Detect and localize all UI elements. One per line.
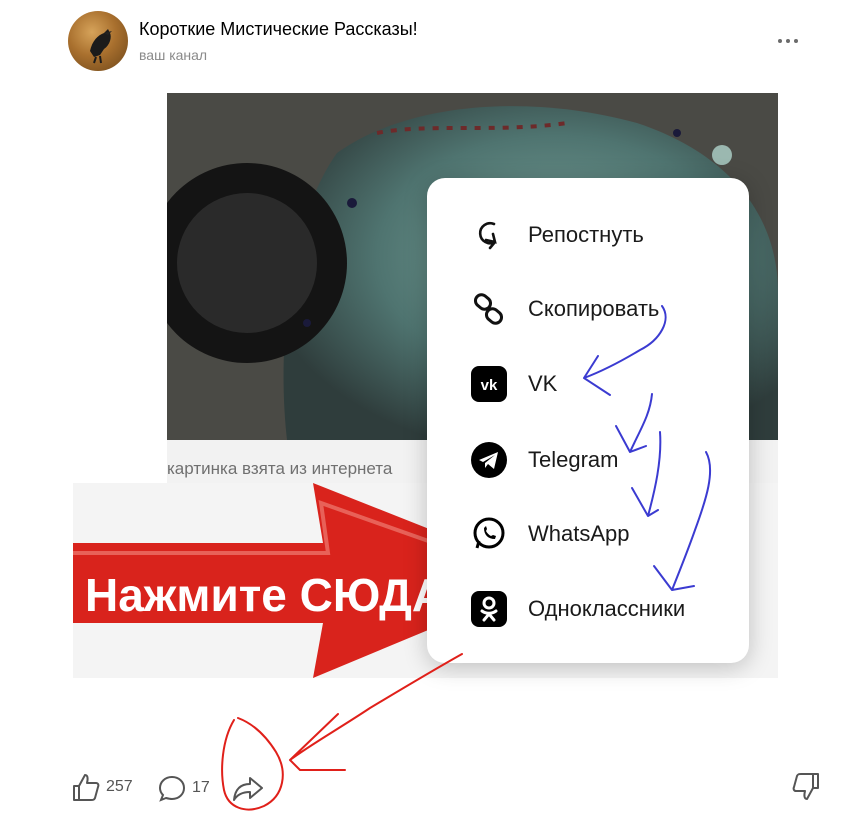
- dislike-button[interactable]: [792, 772, 820, 802]
- menu-item-whatsapp[interactable]: WhatsApp: [470, 514, 630, 554]
- menu-item-copy-link[interactable]: Скопировать: [470, 289, 659, 329]
- menu-item-repost[interactable]: Репостнуть: [470, 215, 644, 255]
- channel-subtitle: ваш канал: [139, 47, 208, 63]
- raven-icon: [90, 29, 112, 64]
- menu-item-label: Одноклассники: [528, 596, 686, 621]
- repost-icon: [470, 216, 508, 254]
- odnoklassniki-icon: [470, 590, 508, 628]
- menu-item-label: Скопировать: [528, 296, 660, 321]
- share-button[interactable]: [232, 776, 264, 802]
- more-options-button[interactable]: [770, 28, 806, 54]
- comment-icon: [158, 775, 186, 802]
- thumbs-up-icon: [73, 774, 100, 801]
- menu-item-telegram[interactable]: Telegram: [470, 440, 618, 480]
- like-button[interactable]: 257: [72, 772, 133, 802]
- menu-item-label: VK: [528, 371, 558, 396]
- telegram-icon: [470, 441, 508, 479]
- channel-avatar[interactable]: [68, 11, 128, 71]
- menu-item-vk[interactable]: vk VK: [470, 364, 557, 404]
- dot-icon: [786, 39, 790, 43]
- comment-button[interactable]: 17: [158, 774, 210, 802]
- whatsapp-icon: [470, 515, 508, 553]
- channel-title[interactable]: Короткие Мистические Рассказы!: [139, 19, 418, 40]
- menu-item-label: Репостнуть: [528, 222, 644, 247]
- menu-item-label: Telegram: [528, 447, 619, 472]
- comments-count: 17: [192, 779, 210, 796]
- dot-icon: [794, 39, 798, 43]
- vk-icon: vk: [470, 365, 508, 403]
- svg-text:vk: vk: [481, 377, 498, 394]
- menu-item-label: WhatsApp: [528, 521, 630, 546]
- menu-item-odnoklassniki[interactable]: Одноклассники: [470, 589, 685, 629]
- image-caption: картинка взята из интернета: [167, 459, 393, 478]
- dot-icon: [778, 39, 782, 43]
- share-arrow-icon: [233, 777, 263, 801]
- thumbs-down-icon: [792, 773, 819, 800]
- link-icon: [470, 290, 508, 328]
- banner-text: Нажмите СЮДА: [85, 569, 445, 621]
- likes-count: 257: [106, 778, 133, 795]
